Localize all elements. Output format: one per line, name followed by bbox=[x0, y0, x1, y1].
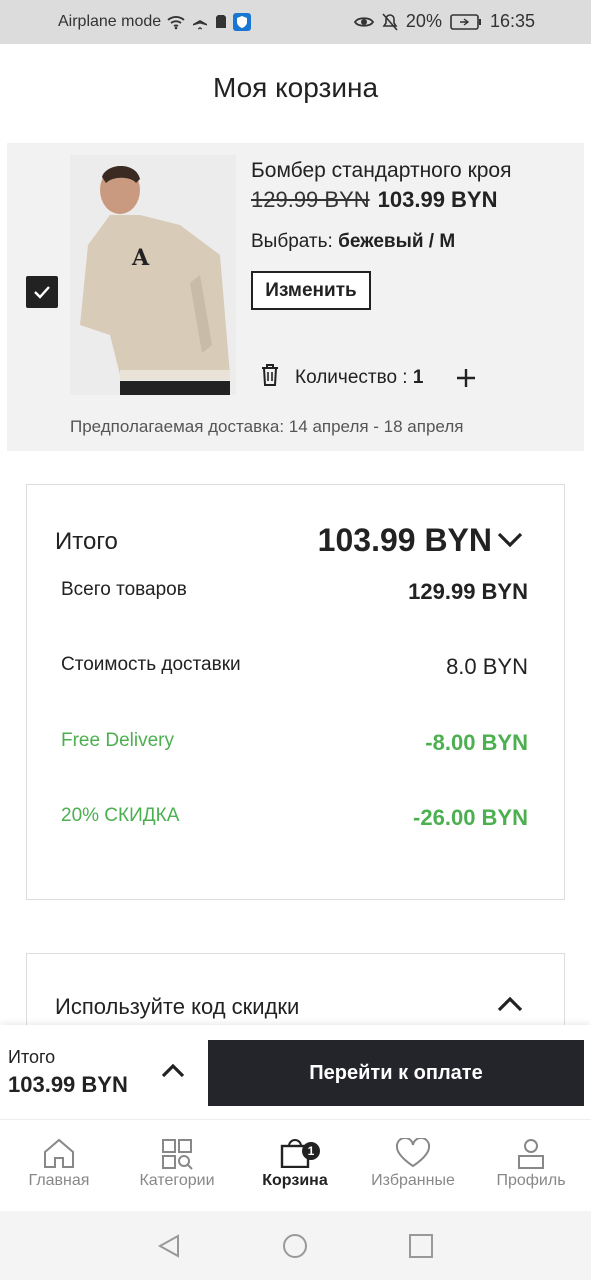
row-label: Всего товаров bbox=[61, 579, 187, 600]
row-label: 20% СКИДКА bbox=[61, 805, 180, 826]
new-price: 103.99 BYN bbox=[377, 187, 498, 212]
trash-icon[interactable] bbox=[260, 363, 280, 387]
shield-icon bbox=[233, 13, 252, 31]
tab-label: Профиль bbox=[496, 1172, 566, 1189]
row-label: Стоимость доставки bbox=[61, 654, 241, 675]
summary-row-items: Всего товаров 129.99 BYN bbox=[61, 579, 528, 605]
option-value: бежевый / M bbox=[338, 231, 456, 252]
product-option: Выбрать: бежевый / M bbox=[251, 231, 455, 253]
row-value: 8.0 BYN bbox=[446, 654, 528, 679]
summary-row-free-delivery: Free Delivery -8.00 BYN bbox=[61, 730, 528, 756]
tab-label: Категории bbox=[139, 1172, 215, 1189]
checkout-button[interactable]: Перейти к оплате bbox=[208, 1040, 584, 1106]
page-title: Моя корзина bbox=[212, 72, 379, 103]
order-summary: Итого 103.99 BYN Всего товаров 129.99 BY… bbox=[26, 484, 565, 900]
product-prices: 129.99 BYN 103.99 BYN bbox=[251, 187, 498, 213]
delivery-estimate: Предполагаемая доставка: 14 апреля - 18 … bbox=[70, 417, 464, 436]
battery-icon bbox=[450, 13, 481, 30]
row-value: -26.00 BYN bbox=[413, 805, 528, 830]
clock: 16:35 bbox=[489, 11, 535, 31]
tab-favorites[interactable]: Избранные bbox=[354, 1120, 472, 1212]
old-price: 129.99 BYN bbox=[251, 187, 370, 212]
recents-icon[interactable] bbox=[408, 1233, 434, 1259]
status-bar: Airplane mode 20% 16:35 bbox=[0, 0, 591, 44]
airplane-mode-text: Airplane mode bbox=[58, 13, 162, 30]
bottom-tab-bar: Главная Категории 1 Корзина Избранные Пр… bbox=[0, 1119, 591, 1211]
summary-row-discount: 20% СКИДКА -26.00 BYN bbox=[61, 805, 528, 831]
svg-text:A: A bbox=[131, 245, 150, 271]
system-nav-bar bbox=[0, 1211, 591, 1280]
categories-icon bbox=[162, 1139, 193, 1170]
tab-home[interactable]: Главная bbox=[0, 1120, 118, 1212]
row-value: -8.00 BYN bbox=[425, 730, 528, 755]
heart-icon bbox=[395, 1138, 431, 1168]
bottom-total-label: Итого bbox=[8, 1047, 56, 1067]
profile-icon bbox=[518, 1139, 544, 1169]
tab-cart[interactable]: 1 Корзина bbox=[236, 1120, 354, 1212]
chevron-down-icon[interactable] bbox=[496, 529, 524, 549]
tab-label: Избранные bbox=[371, 1172, 455, 1189]
mute-bell-icon bbox=[382, 12, 398, 31]
edit-button[interactable]: Изменить bbox=[251, 271, 371, 310]
status-left: Airplane mode bbox=[58, 13, 252, 31]
total-value: 103.99 BYN bbox=[317, 522, 492, 558]
cart-item-card: A Бомбер стандартного кроя 129.99 BYN 103… bbox=[7, 143, 584, 451]
home-circle-icon[interactable] bbox=[282, 1233, 308, 1259]
product-name[interactable]: Бомбер стандартного кроя bbox=[251, 159, 511, 183]
quantity-value: 1 bbox=[412, 367, 424, 388]
checkout-bar: Итого 103.99 BYN Перейти к оплате bbox=[0, 1025, 591, 1119]
plus-icon[interactable] bbox=[455, 367, 477, 389]
status-right: 20% 16:35 bbox=[353, 11, 535, 32]
tab-categories[interactable]: Категории bbox=[118, 1120, 236, 1212]
battery-percent: 20% bbox=[405, 11, 442, 31]
summary-row-shipping: Стоимость доставки 8.0 BYN bbox=[61, 654, 528, 680]
chevron-up-icon[interactable] bbox=[160, 1061, 186, 1079]
promo-label: Используйте код скидки bbox=[55, 994, 300, 1019]
cart-badge: 1 bbox=[302, 1142, 320, 1160]
airplane-icon bbox=[193, 15, 208, 30]
product-photo-bomber: A bbox=[70, 155, 236, 395]
back-icon[interactable] bbox=[156, 1233, 182, 1259]
quantity: Количество : 1 bbox=[295, 367, 423, 389]
sim-icon bbox=[216, 15, 227, 28]
tab-label: Главная bbox=[28, 1172, 90, 1189]
bottom-total-value: 103.99 BYN bbox=[8, 1072, 128, 1097]
wifi-icon bbox=[167, 16, 185, 30]
option-label: Выбрать: bbox=[251, 231, 333, 252]
tab-label: Корзина bbox=[262, 1172, 328, 1189]
checkmark-icon bbox=[34, 286, 50, 299]
home-icon bbox=[44, 1138, 74, 1168]
item-select-checkbox[interactable] bbox=[26, 276, 58, 308]
quantity-label: Количество : bbox=[295, 367, 408, 388]
product-image[interactable]: A bbox=[70, 155, 236, 395]
tab-profile[interactable]: Профиль bbox=[472, 1120, 590, 1212]
chevron-up-icon[interactable] bbox=[496, 994, 524, 1014]
total-label: Итого bbox=[55, 528, 118, 555]
row-value: 129.99 BYN bbox=[408, 579, 528, 604]
eye-icon bbox=[353, 16, 374, 27]
row-label: Free Delivery bbox=[61, 730, 174, 751]
